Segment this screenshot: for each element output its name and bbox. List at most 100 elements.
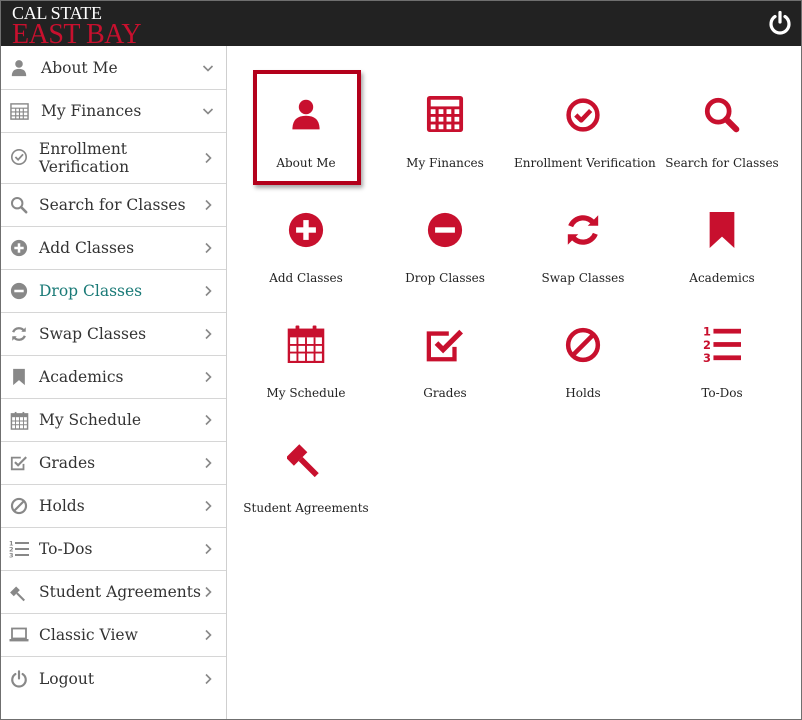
tile-label: My Schedule bbox=[266, 386, 346, 400]
sidebar-item-my-schedule[interactable]: My Schedule bbox=[1, 399, 226, 442]
sidebar-item-add-classes[interactable]: Add Classes bbox=[1, 227, 226, 270]
sidebar-item-academics[interactable]: Academics bbox=[1, 356, 226, 399]
sidebar-item-label: Grades bbox=[39, 454, 96, 472]
sidebar-item-search-for-classes[interactable]: Search for Classes bbox=[1, 184, 226, 227]
svg-text:3: 3 bbox=[703, 351, 711, 363]
user-icon bbox=[9, 58, 29, 78]
sidebar-item-enrollment-verification[interactable]: Enrollment Verification bbox=[1, 133, 226, 184]
logo-bottom-text: EAST BAY bbox=[12, 19, 142, 50]
label-line-1: Enrollment bbox=[39, 140, 128, 158]
tile-label: Academics bbox=[689, 271, 755, 285]
sidebar-item-my-finances[interactable]: My Finances bbox=[1, 90, 226, 133]
sidebar-item-label: Enrollment Verification bbox=[39, 140, 129, 176]
sidebar-item-label: Add Classes bbox=[39, 239, 135, 257]
chevron-right-icon bbox=[205, 242, 212, 254]
tile-label: Enrollment Verification bbox=[514, 156, 656, 170]
sidebar-item-label: Swap Classes bbox=[39, 325, 147, 343]
sidebar-item-to-dos[interactable]: 123 To-Dos bbox=[1, 528, 226, 571]
tile-search-for-classes[interactable]: Search for Classes bbox=[653, 77, 791, 187]
sidebar-item-about-me[interactable]: About Me bbox=[1, 46, 226, 90]
chevron-right-icon bbox=[205, 152, 212, 164]
ban-icon bbox=[9, 496, 29, 516]
tile-holds[interactable]: Holds bbox=[514, 307, 652, 417]
tile-my-schedule[interactable]: My Schedule bbox=[237, 307, 375, 417]
minus-circle-icon bbox=[9, 281, 29, 301]
sidebar-item-label: My Finances bbox=[41, 102, 142, 120]
sidebar-item-drop-classes[interactable]: Drop Classes bbox=[1, 270, 226, 313]
power-icon bbox=[9, 669, 29, 689]
chevron-right-icon bbox=[205, 500, 212, 512]
sidebar-item-label: Drop Classes bbox=[39, 282, 143, 300]
minus-circle-icon bbox=[427, 212, 463, 248]
check-circle-icon bbox=[9, 147, 29, 167]
sidebar-item-grades[interactable]: Grades bbox=[1, 442, 226, 485]
sidebar-item-label: Search for Classes bbox=[39, 196, 186, 214]
power-icon bbox=[769, 10, 791, 35]
sidebar-item-holds[interactable]: Holds bbox=[1, 485, 226, 528]
chevron-right-icon bbox=[205, 457, 212, 469]
sidebar-item-label: My Schedule bbox=[39, 411, 142, 429]
tile-label: Search for Classes bbox=[665, 156, 779, 170]
chevron-right-icon bbox=[205, 586, 212, 598]
chevron-right-icon bbox=[205, 414, 212, 426]
chevron-down-icon bbox=[202, 108, 214, 115]
check-square-icon bbox=[9, 453, 29, 473]
chevron-right-icon bbox=[205, 285, 212, 297]
ban-icon bbox=[565, 327, 601, 363]
sidebar-item-label: Logout bbox=[39, 669, 95, 688]
tile-my-finances[interactable]: My Finances bbox=[376, 77, 514, 187]
tile-label: Grades bbox=[423, 386, 467, 400]
check-square-icon bbox=[426, 329, 463, 362]
tile-label: Drop Classes bbox=[405, 271, 485, 285]
gavel-icon bbox=[9, 582, 29, 602]
tile-label: To-Dos bbox=[701, 386, 743, 400]
tile-grades[interactable]: Grades bbox=[376, 307, 514, 417]
bookmark-icon bbox=[709, 211, 735, 249]
svg-text:1: 1 bbox=[703, 325, 711, 338]
label-line-2: Verification bbox=[39, 158, 130, 176]
calendar-icon bbox=[9, 410, 29, 430]
sidebar-item-student-agreements[interactable]: Student Agreements bbox=[1, 571, 226, 614]
numbered-list-icon: 123 bbox=[9, 539, 29, 559]
tile-label: My Finances bbox=[406, 156, 484, 170]
tile-academics[interactable]: Academics bbox=[653, 192, 791, 302]
plus-circle-icon bbox=[288, 212, 324, 248]
plus-circle-icon bbox=[9, 238, 29, 258]
chevron-right-icon bbox=[205, 199, 212, 211]
sidebar-item-swap-classes[interactable]: Swap Classes bbox=[1, 313, 226, 356]
svg-text:3: 3 bbox=[9, 552, 14, 560]
refresh-icon bbox=[9, 324, 29, 344]
sidebar-item-classic-view[interactable]: Classic View bbox=[1, 614, 226, 657]
tile-drop-classes[interactable]: Drop Classes bbox=[376, 192, 514, 302]
search-icon bbox=[704, 97, 740, 133]
chevron-right-icon bbox=[205, 629, 212, 641]
chevron-right-icon bbox=[205, 328, 212, 340]
tile-label: Holds bbox=[565, 386, 601, 400]
tile-add-classes[interactable]: Add Classes bbox=[237, 192, 375, 302]
sidebar-item-label: About Me bbox=[41, 58, 118, 77]
chevron-right-icon bbox=[205, 371, 212, 383]
tile-to-dos[interactable]: 123 To-Dos bbox=[653, 307, 791, 417]
bookmark-icon bbox=[9, 367, 29, 387]
sidebar-item-label: Holds bbox=[39, 497, 85, 515]
numbered-list-icon: 123 bbox=[703, 325, 741, 363]
sidebar-item-label: Classic View bbox=[39, 626, 138, 644]
tile-about-me[interactable]: About Me bbox=[237, 77, 375, 187]
gavel-icon bbox=[287, 444, 319, 478]
laptop-icon bbox=[9, 625, 29, 645]
calendar-icon bbox=[287, 325, 325, 363]
tile-label: About Me bbox=[276, 156, 336, 170]
chevron-right-icon bbox=[205, 543, 212, 555]
tile-swap-classes[interactable]: Swap Classes bbox=[514, 192, 652, 302]
tile-label: Add Classes bbox=[269, 271, 343, 285]
tile-enrollment-verification[interactable]: Enrollment Verification bbox=[514, 77, 656, 187]
chevron-down-icon bbox=[202, 64, 214, 72]
sidebar-item-logout[interactable]: Logout bbox=[1, 657, 226, 700]
university-logo[interactable]: CAL STATE EAST BAY bbox=[12, 4, 142, 50]
tile-label: Swap Classes bbox=[541, 271, 625, 285]
power-button[interactable] bbox=[767, 10, 793, 36]
sidebar-item-label: To-Dos bbox=[39, 540, 93, 558]
refresh-icon bbox=[567, 215, 599, 245]
tile-student-agreements[interactable]: Student Agreements bbox=[237, 422, 375, 532]
sidebar-nav: About Me My Finances Enrollment Verifica… bbox=[1, 46, 227, 719]
